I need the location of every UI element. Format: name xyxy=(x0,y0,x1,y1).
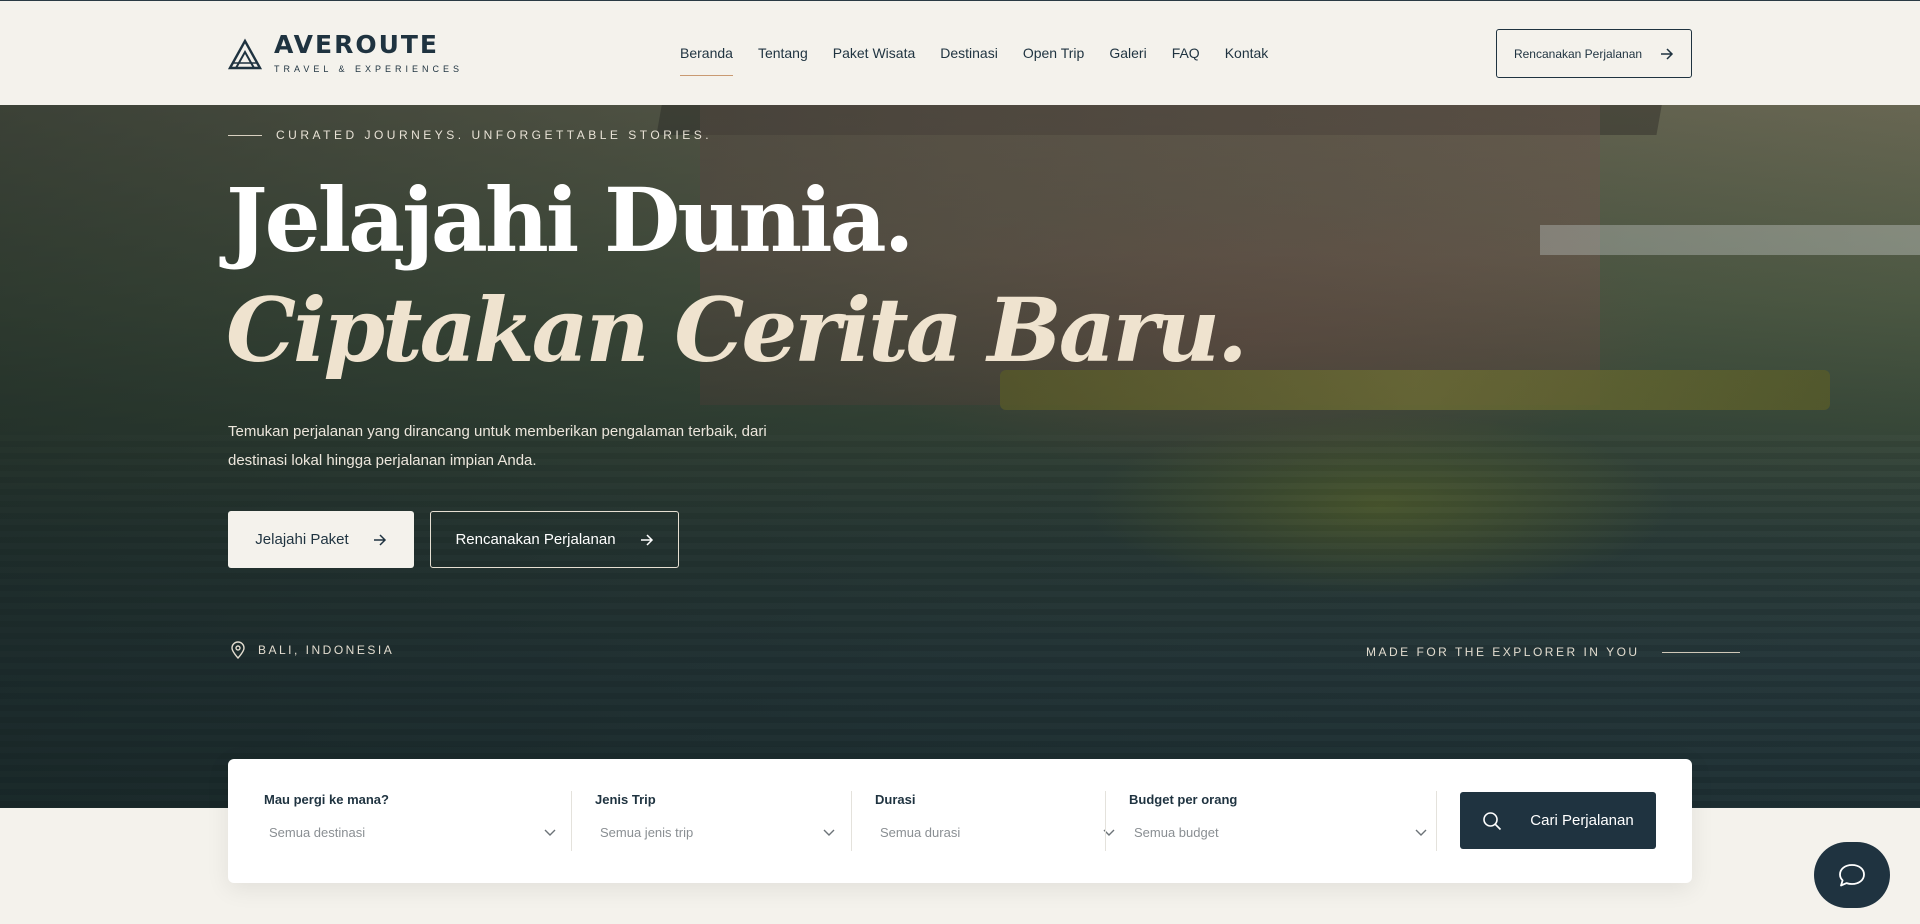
map-pin-icon xyxy=(231,641,245,659)
budget-value: Semua budget xyxy=(1134,825,1219,840)
trip-search-form: Mau pergi ke mana? Semua destinasi Jenis… xyxy=(228,759,1692,883)
budget-select[interactable]: Semua budget xyxy=(1129,825,1427,840)
field-divider xyxy=(571,791,572,851)
explore-packages-button[interactable]: Jelajahi Paket xyxy=(228,511,414,568)
nav-item-galeri[interactable]: Galeri xyxy=(1109,44,1146,62)
chevron-down-icon xyxy=(823,829,835,836)
search-icon xyxy=(1483,811,1502,830)
hero-location: BALI, INDONESIA xyxy=(230,641,394,659)
trip-type-label: Jenis Trip xyxy=(595,792,656,807)
destination-label: Mau pergi ke mana? xyxy=(264,792,389,807)
plan-trip-hero-button[interactable]: Rencanakan Perjalanan xyxy=(430,511,679,568)
hero-title-line2: Ciptakan Cerita Baru. xyxy=(226,278,1248,382)
duration-value: Semua durasi xyxy=(880,825,961,840)
nav-item-destinasi[interactable]: Destinasi xyxy=(940,44,998,62)
destination-field: Mau pergi ke mana? Semua destinasi xyxy=(264,792,556,840)
arrow-right-icon xyxy=(1661,47,1674,60)
field-divider xyxy=(1436,791,1437,851)
nav-item-open-trip[interactable]: Open Trip xyxy=(1023,44,1084,62)
budget-label: Budget per orang xyxy=(1129,792,1238,807)
arrow-right-icon xyxy=(373,533,386,546)
mountain-logo-icon xyxy=(228,38,262,70)
plan-trip-header-label: Rencanakan Perjalanan xyxy=(1513,46,1643,61)
plan-trip-hero-label: Rencanakan Perjalanan xyxy=(455,531,616,548)
plan-trip-header-button[interactable]: Rencanakan Perjalanan xyxy=(1496,29,1692,78)
hero-section: CURATED JOURNEYS. UNFORGETTABLE STORIES.… xyxy=(0,105,1920,808)
destination-select[interactable]: Semua destinasi xyxy=(264,825,556,840)
trip-type-field: Jenis Trip Semua jenis trip xyxy=(595,792,835,840)
trip-type-value: Semua jenis trip xyxy=(600,825,694,840)
hero-description: Temukan perjalanan yang dirancang untuk … xyxy=(228,423,767,469)
hero-eyebrow: CURATED JOURNEYS. UNFORGETTABLE STORIES. xyxy=(228,128,712,142)
hero-tagline-text: MADE FOR THE EXPLORER IN YOU xyxy=(1366,645,1640,659)
nav-item-paket-wisata[interactable]: Paket Wisata xyxy=(833,44,915,62)
duration-select[interactable]: Semua durasi xyxy=(875,825,1115,840)
chevron-down-icon xyxy=(1415,829,1427,836)
eyebrow-divider xyxy=(228,134,262,136)
duration-label: Durasi xyxy=(875,792,916,807)
tagline-divider xyxy=(1661,651,1740,653)
brand-logo[interactable]: AVEROUTE TRAVEL & EXPERIENCES xyxy=(228,31,463,74)
hero-eyebrow-text: CURATED JOURNEYS. UNFORGETTABLE STORIES. xyxy=(276,128,713,142)
brand-name: AVEROUTE xyxy=(274,30,440,59)
field-divider xyxy=(851,791,852,851)
chevron-down-icon xyxy=(544,829,556,836)
nav-item-kontak[interactable]: Kontak xyxy=(1225,44,1269,62)
budget-field: Budget per orang Semua budget xyxy=(1129,792,1427,840)
trip-type-select[interactable]: Semua jenis trip xyxy=(595,825,835,840)
hero-location-text: BALI, INDONESIA xyxy=(258,643,395,657)
search-trips-button[interactable]: Cari Perjalanan xyxy=(1460,792,1656,849)
hero-title-line1: Jelajahi Dunia. xyxy=(226,168,914,272)
arrow-right-icon xyxy=(640,533,653,546)
chat-button[interactable] xyxy=(1814,842,1890,908)
nav-item-faq[interactable]: FAQ xyxy=(1172,44,1200,62)
duration-field: Durasi Semua durasi xyxy=(875,792,1115,840)
destination-value: Semua destinasi xyxy=(269,825,366,840)
chat-bubble-icon xyxy=(1839,864,1865,887)
nav-item-tentang[interactable]: Tentang xyxy=(758,44,808,62)
explore-packages-label: Jelajahi Paket xyxy=(255,531,349,548)
main-nav: Beranda Tentang Paket Wisata Destinasi O… xyxy=(680,44,1269,76)
field-divider xyxy=(1105,791,1106,851)
site-header: AVEROUTE TRAVEL & EXPERIENCES Beranda Te… xyxy=(0,0,1920,105)
hero-tagline: MADE FOR THE EXPLORER IN YOU xyxy=(1366,645,1740,659)
nav-item-beranda[interactable]: Beranda xyxy=(680,44,733,76)
brand-tagline: TRAVEL & EXPERIENCES xyxy=(274,64,464,74)
search-trips-label: Cari Perjalanan xyxy=(1530,812,1634,829)
